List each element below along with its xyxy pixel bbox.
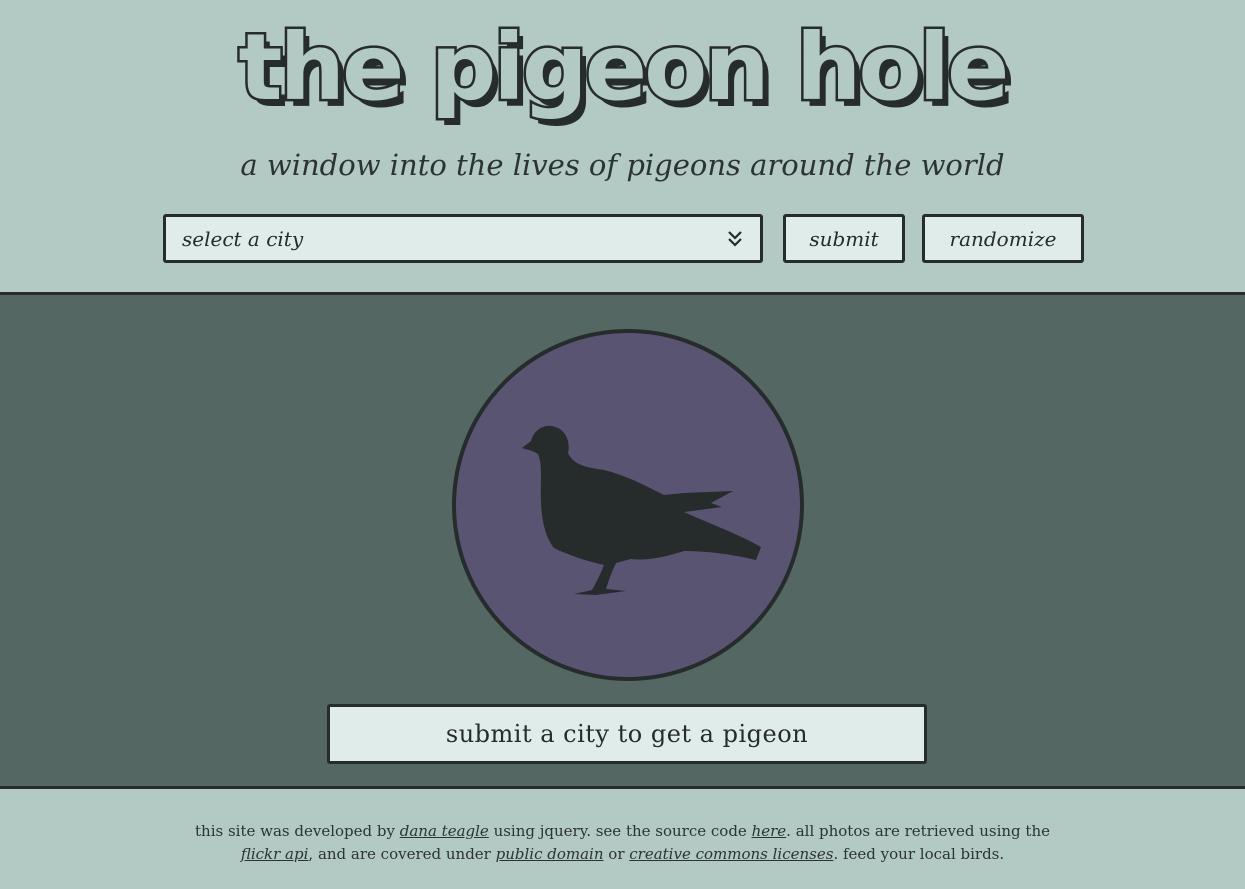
- footer-text: . all photos are retrieved using the: [786, 822, 1050, 840]
- footer: this site was developed by dana teagle u…: [0, 820, 1245, 866]
- tagline: a window into the lives of pigeons aroun…: [240, 148, 1005, 182]
- header: the pigeon hole a window into the lives …: [0, 0, 1245, 292]
- pigeon-panel: submit a city to get a pigeon: [0, 292, 1245, 789]
- pigeon-silhouette-icon: [522, 425, 761, 595]
- pigeon-image-frame: [452, 329, 804, 681]
- city-select[interactable]: select a city: [163, 214, 763, 263]
- randomize-button[interactable]: randomize: [922, 214, 1084, 263]
- double-chevron-down-icon: [726, 229, 744, 253]
- source-code-link[interactable]: here: [752, 822, 787, 840]
- creative-commons-link[interactable]: creative commons licenses: [629, 845, 833, 863]
- site-logo[interactable]: the pigeon hole: [0, 19, 1245, 116]
- city-select-value: select a city: [182, 227, 304, 251]
- author-link[interactable]: dana teagle: [400, 822, 489, 840]
- footer-text: or: [603, 845, 630, 863]
- footer-text: this site was developed by: [195, 822, 400, 840]
- flickr-api-link[interactable]: flickr api: [241, 845, 309, 863]
- result-message: submit a city to get a pigeon: [327, 704, 927, 764]
- footer-text: using jquery. see the source code: [488, 822, 752, 840]
- footer-text: , and are covered under: [308, 845, 496, 863]
- footer-text: . feed your local birds.: [833, 845, 1005, 863]
- submit-button[interactable]: submit: [783, 214, 905, 263]
- public-domain-link[interactable]: public domain: [496, 845, 604, 863]
